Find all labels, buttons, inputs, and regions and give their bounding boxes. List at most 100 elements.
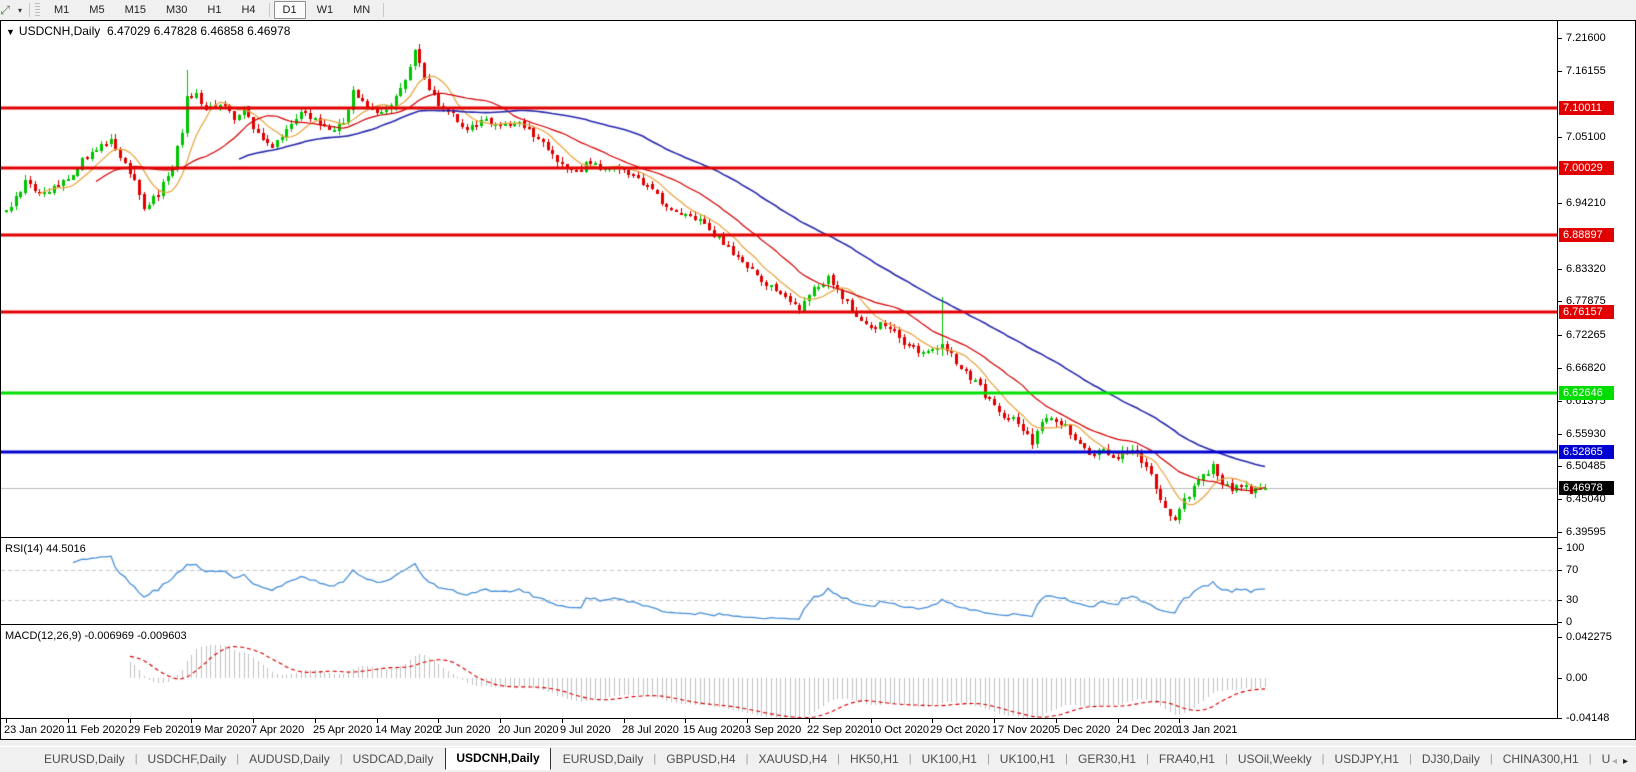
- tab-scroll-right-icon[interactable]: ▸: [1623, 757, 1628, 767]
- timeframe-button-m5[interactable]: M5: [80, 1, 113, 19]
- timeframe-button-m15[interactable]: M15: [116, 1, 155, 19]
- axis-tick-label: 0: [1566, 616, 1572, 628]
- hline-price-badge[interactable]: 7.00029: [1559, 161, 1614, 175]
- timeframe-group: D1W1MN: [273, 1, 381, 19]
- toolbar-grip[interactable]: [35, 3, 40, 17]
- chart-window: ▼ USDCNH,Daily 6.47029 6.47828 6.46858 6.…: [0, 20, 1636, 740]
- date-label: 13 Jan 2021: [1177, 724, 1238, 736]
- date-tick-mark: [130, 719, 131, 723]
- axis-tick-mark: [1558, 637, 1562, 638]
- chart-tab-china300-h1[interactable]: CHINA300,H1: [1493, 749, 1589, 770]
- date-tick-mark: [438, 719, 439, 723]
- date-tick-mark: [6, 719, 7, 723]
- chart-tab-usoil-weekly[interactable]: USOil,Weekly: [1228, 749, 1322, 770]
- axis-tick-label: 7.16155: [1566, 65, 1606, 77]
- macd-chart-canvas[interactable]: [1, 628, 1557, 718]
- chart-tab-bar: EURUSD,Daily|USDCHF,Daily|AUDUSD,Daily|U…: [0, 746, 1636, 770]
- axis-tick-mark: [1558, 600, 1562, 601]
- chart-tab-uk100-h1[interactable]: UK100,H1: [990, 749, 1065, 770]
- price-chart-canvas[interactable]: [1, 21, 1557, 537]
- chart-tab-usdcad-daily[interactable]: USDCAD,Daily: [343, 749, 444, 770]
- date-label: 25 Apr 2020: [313, 724, 372, 736]
- axis-tick-label: 6.66820: [1566, 362, 1606, 374]
- toolbar-separator: [29, 3, 30, 17]
- chart-tab-audusd-daily[interactable]: AUDUSD,Daily: [239, 749, 340, 770]
- axis-tick-label: 6.94210: [1566, 197, 1606, 209]
- chart-tab-hk50-h1[interactable]: HK50,H1: [840, 749, 909, 770]
- date-tick-mark: [1056, 719, 1057, 723]
- axis-tick-mark: [1558, 368, 1562, 369]
- chart-tab-gbpusd-h4[interactable]: GBPUSD,H4: [656, 749, 745, 770]
- chart-tab-uk100-h1[interactable]: UK100,H1: [912, 749, 987, 770]
- chart-tab-usdchf-daily[interactable]: USDCHF,Daily: [138, 749, 237, 770]
- axis-tick-mark: [1558, 548, 1562, 549]
- date-tick-mark: [500, 719, 501, 723]
- chart-tab-fra40-h1[interactable]: FRA40,H1: [1149, 749, 1225, 770]
- timeframe-button-mn[interactable]: MN: [344, 1, 379, 19]
- rsi-chart-canvas[interactable]: [1, 541, 1557, 624]
- axis-tick-label: -0.04148: [1566, 712, 1609, 724]
- axis-tick-mark: [1558, 203, 1562, 204]
- main-price-panel: ▼ USDCNH,Daily 6.47029 6.47828 6.46858 6.…: [1, 21, 1557, 537]
- date-tick-mark: [994, 719, 995, 723]
- axis-tick-label: 6.72265: [1566, 329, 1606, 341]
- axis-tick-label: 7.21600: [1566, 32, 1606, 44]
- date-label: 14 May 2020: [375, 724, 439, 736]
- current-price-badge[interactable]: 6.46978: [1559, 481, 1614, 495]
- chart-symbol-label: USDCNH,Daily: [19, 24, 100, 38]
- chart-tab-usdjpy-h1[interactable]: USDJPY,H1: [1324, 749, 1408, 770]
- timeframe-button-h1[interactable]: H1: [198, 1, 230, 19]
- date-label: 17 Nov 2020: [992, 724, 1054, 736]
- axis-tick-mark: [1558, 269, 1562, 270]
- date-tick-mark: [253, 719, 254, 723]
- hline-price-badge[interactable]: 7.10011: [1559, 101, 1614, 115]
- cursor-tool-icon[interactable]: ⤢: [0, 2, 14, 18]
- date-label: 23 Jan 2020: [4, 724, 65, 736]
- hline-price-badge[interactable]: 6.76157: [1559, 305, 1614, 319]
- timeframe-button-w1[interactable]: W1: [308, 1, 343, 19]
- hline-price-badge[interactable]: 6.62646: [1559, 386, 1614, 400]
- chart-tab-usoil[interactable]: USOil,: [1592, 749, 1610, 770]
- axis-tick-mark: [1558, 718, 1562, 719]
- timeframe-button-d1[interactable]: D1: [274, 1, 306, 19]
- chart-tab-eurusd-daily[interactable]: EURUSD,Daily: [34, 749, 135, 770]
- axis-tick-label: 70: [1566, 564, 1578, 576]
- chart-tab-eurusd-daily[interactable]: EURUSD,Daily: [553, 749, 654, 770]
- axis-tick-mark: [1558, 532, 1562, 533]
- date-label: 5 Dec 2020: [1054, 724, 1110, 736]
- date-label: 2 Jun 2020: [436, 724, 490, 736]
- axis-tick-mark: [1558, 434, 1562, 435]
- date-tick-mark: [747, 719, 748, 723]
- axis-tick-label: 6.50485: [1566, 460, 1606, 472]
- chevron-down-icon[interactable]: ▾: [14, 6, 26, 15]
- hline-price-badge[interactable]: 6.88897: [1559, 228, 1614, 242]
- date-label: 7 Apr 2020: [251, 724, 304, 736]
- chart-ohlc-values: 6.47029 6.47828 6.46858 6.46978: [107, 24, 291, 38]
- macd-panel: MACD(12,26,9) -0.006969 -0.009603: [1, 628, 1557, 718]
- chart-tab-ger30-h1[interactable]: GER30,H1: [1068, 749, 1146, 770]
- chart-tab-xauusd-h4[interactable]: XAUUSD,H4: [748, 749, 837, 770]
- hline-price-badge[interactable]: 6.52865: [1559, 445, 1614, 459]
- timeframe-toolbar: ⤢ ▾ M1M5M15M30H1H4 D1W1MN: [0, 0, 1636, 21]
- date-axis[interactable]: 23 Jan 202011 Feb 202029 Feb 202019 Mar …: [1, 719, 1635, 739]
- mt4-application: ⤢ ▾ M1M5M15M30H1H4 D1W1MN ▼ USDCNH,Daily …: [0, 0, 1636, 772]
- chart-tab-usdcnh-daily[interactable]: USDCNH,Daily: [445, 748, 550, 770]
- timeframe-button-h4[interactable]: H4: [232, 1, 264, 19]
- chart-tabs: EURUSD,Daily|USDCHF,Daily|AUDUSD,Daily|U…: [0, 748, 1610, 770]
- axis-tick-mark: [1558, 335, 1562, 336]
- axis-tick-label: 0.00: [1566, 672, 1587, 684]
- timeframe-button-m30[interactable]: M30: [157, 1, 196, 19]
- chart-tab-dj30-daily[interactable]: DJ30,Daily: [1412, 749, 1490, 770]
- tab-scroll-left-icon[interactable]: ◂: [1612, 757, 1617, 767]
- axis-tick-mark: [1558, 570, 1562, 571]
- axis-tick-label: 30: [1566, 594, 1578, 606]
- tab-scroll-controls: ◂ ▸: [1610, 757, 1636, 770]
- timeframe-button-m1[interactable]: M1: [45, 1, 78, 19]
- date-label: 22 Sep 2020: [807, 724, 869, 736]
- axis-tick-label: 100: [1566, 542, 1584, 554]
- axis-tick-mark: [1558, 622, 1562, 623]
- toolbar-separator: [269, 3, 270, 17]
- collapse-triangle-icon[interactable]: ▼: [6, 27, 15, 37]
- axis-tick-label: 6.55930: [1566, 428, 1606, 440]
- price-axis[interactable]: 7.216007.161557.051006.942106.833206.778…: [1558, 21, 1635, 719]
